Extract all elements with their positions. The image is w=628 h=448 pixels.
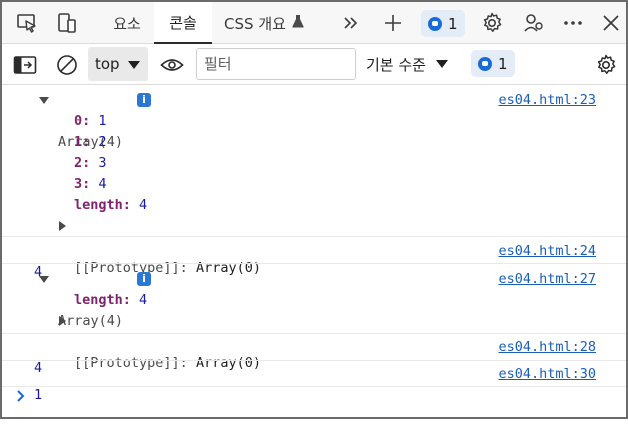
tab-elements[interactable]: 요소 <box>100 2 154 44</box>
console-output: Array(4) i es04.html:23 0: 1 1: 2 2: 3 3… <box>2 86 626 413</box>
prototype-row[interactable]: [[Prototype]]: Array(0) <box>2 311 626 371</box>
console-message: 1 es04.html:30 <box>2 361 626 403</box>
source-link[interactable]: es04.html:27 <box>498 269 596 290</box>
property-value: 1 <box>98 113 107 129</box>
prototype-row[interactable]: [[Prototype]]: Array(0) <box>2 216 626 276</box>
close-icon[interactable] <box>598 10 624 36</box>
issues-count: 1 <box>498 54 508 73</box>
flask-icon <box>292 14 304 32</box>
issues-badge-toolbar[interactable]: 1 <box>471 50 515 77</box>
array-property: 3: 4 <box>74 176 107 192</box>
expand-triangle-icon[interactable] <box>39 97 49 104</box>
console-message: 4 es04.html:28 <box>2 334 626 376</box>
console-message: Array(4) i es04.html:27 length: 4 [[Prot… <box>2 264 626 371</box>
property-value: 2 <box>98 134 107 150</box>
device-emulation-icon[interactable] <box>54 10 80 36</box>
property-key: 0 <box>74 113 83 129</box>
chevrons-right-icon[interactable] <box>338 10 364 36</box>
array-header[interactable]: Array(4) i es04.html:23 <box>2 90 626 150</box>
property-value: 4 <box>139 197 148 213</box>
info-icon: i <box>131 90 151 111</box>
tab-css-overview-label: CSS 개요 <box>224 14 286 33</box>
ellipsis-icon[interactable] <box>560 10 586 36</box>
property-key: 1 <box>74 134 83 150</box>
property-key: 3 <box>74 176 83 192</box>
live-expression-icon[interactable] <box>159 52 185 78</box>
customize-icon[interactable] <box>521 10 547 36</box>
gear-icon[interactable] <box>479 10 505 36</box>
console-settings-gear-icon[interactable] <box>593 52 619 78</box>
expand-triangle-icon[interactable] <box>59 221 66 231</box>
context-selector[interactable]: top <box>88 47 148 81</box>
console-message: Array(4) i es04.html:23 0: 1 1: 2 2: 3 3… <box>2 86 626 276</box>
context-value: top <box>95 55 120 73</box>
tab-console[interactable]: 콘솔 <box>154 2 212 44</box>
plus-icon[interactable] <box>380 10 406 36</box>
tab-css-overview[interactable]: CSS 개요 <box>212 2 316 44</box>
property-key: length <box>74 197 123 213</box>
source-link[interactable]: es04.html:23 <box>498 90 596 111</box>
property-key: 2 <box>74 155 83 171</box>
log-levels-dropdown[interactable]: 기본 수준 <box>366 48 448 80</box>
devtools-tab-bar: 요소 콘솔 CSS 개요 1 <box>2 2 626 44</box>
devtools-window: 요소 콘솔 CSS 개요 1 top 필터 기본 수준 1 Array(4) i… <box>0 0 628 419</box>
array-property: 1: 2 <box>74 134 107 150</box>
tab-console-label: 콘솔 <box>169 13 197 32</box>
source-link[interactable]: es04.html:24 <box>498 241 596 262</box>
property-value: 3 <box>98 155 107 171</box>
chevron-down-icon <box>435 60 448 68</box>
chevron-down-icon <box>128 61 140 69</box>
clear-console-icon[interactable] <box>54 52 80 78</box>
prompt-chevron-icon <box>16 388 26 407</box>
property-key: length <box>74 292 123 308</box>
property-value: 4 <box>139 292 148 308</box>
issues-badge[interactable]: 1 <box>421 10 465 37</box>
property-value: 4 <box>98 176 107 192</box>
console-toolbar: top 기본 수준 1 <box>2 44 626 85</box>
array-property: length: 4 <box>74 292 148 308</box>
expand-triangle-icon[interactable] <box>59 316 66 326</box>
array-property: length: 4 <box>74 197 148 213</box>
console-message: 4 es04.html:24 <box>2 237 626 280</box>
array-property: 0: 1 <box>74 113 107 129</box>
source-link[interactable]: es04.html:30 <box>498 364 596 385</box>
filter-input[interactable] <box>196 48 356 80</box>
log-levels-value: 기본 수준 <box>366 55 426 74</box>
expand-triangle-icon[interactable] <box>39 276 49 283</box>
tab-elements-label: 요소 <box>113 14 141 33</box>
issues-count: 1 <box>448 14 458 33</box>
array-header[interactable]: Array(4) i es04.html:27 <box>2 269 626 329</box>
source-link[interactable]: es04.html:28 <box>498 337 596 358</box>
sidebar-toggle-icon[interactable] <box>12 52 38 78</box>
array-property: 2: 3 <box>74 155 107 171</box>
message-icon <box>478 56 492 71</box>
info-icon: i <box>131 269 151 290</box>
inspect-element-icon[interactable] <box>14 10 40 36</box>
message-icon <box>428 16 442 31</box>
console-prompt[interactable] <box>2 387 626 413</box>
